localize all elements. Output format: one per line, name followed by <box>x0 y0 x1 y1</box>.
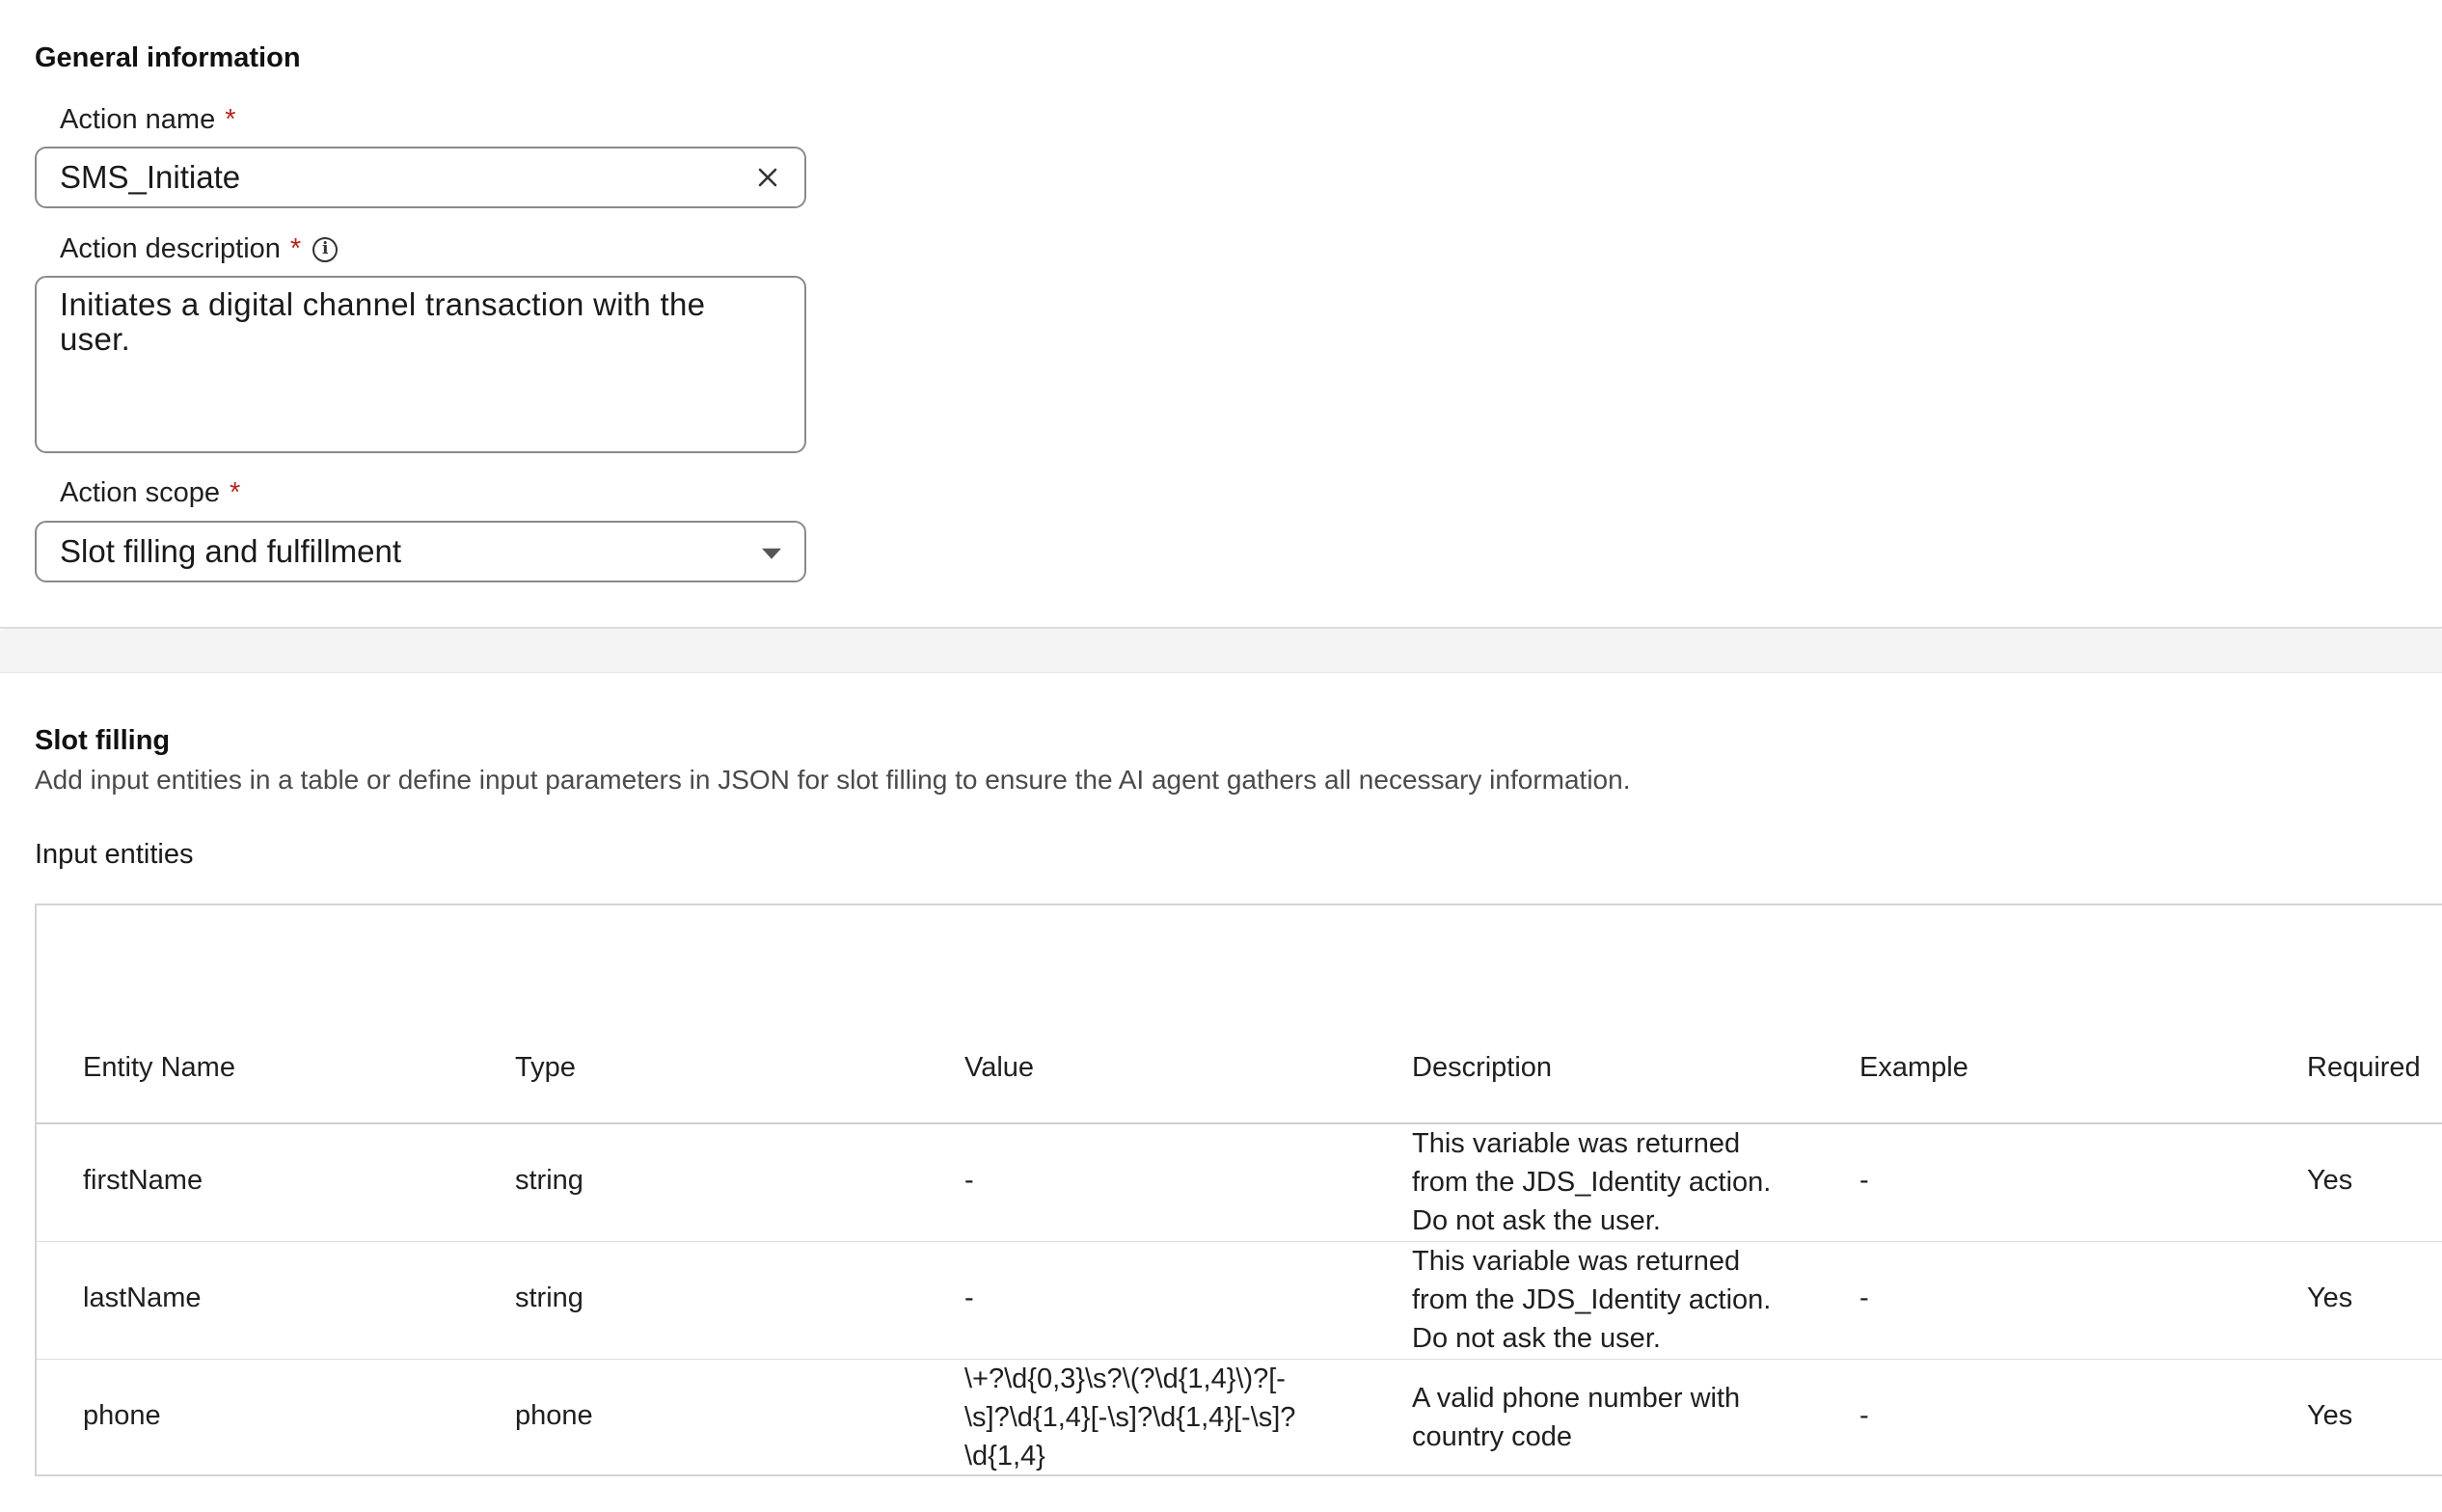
required-marker: * <box>230 477 241 508</box>
action-name-label-text: Action name <box>60 104 216 135</box>
column-header-entity-name: Entity Name <box>83 1052 235 1083</box>
description-line: This variable was returned <box>1412 1246 1741 1277</box>
action-description-textarea[interactable]: Initiates a digital channel transaction … <box>35 276 806 453</box>
slot-filling-title: Slot filling <box>35 725 171 756</box>
action-description-label-text: Action description <box>60 233 281 264</box>
cell-type: string <box>515 1282 583 1313</box>
cell-entity-name: lastName <box>83 1282 202 1313</box>
cell-example: - <box>1859 1282 1869 1313</box>
action-scope-label: Action scope * <box>60 477 240 509</box>
slot-filling-description: Add input entities in a table or define … <box>35 765 1631 795</box>
column-header-example: Example <box>1859 1052 1968 1083</box>
cell-example: - <box>1859 1400 1869 1431</box>
description-line: Do not ask the user. <box>1412 1205 1661 1236</box>
action-description-label: Action description * i <box>60 233 339 265</box>
value-line: \s]?\d{1,4}[-\s]?\d{1,4}[-\s]? <box>964 1402 1296 1433</box>
action-scope-label-text: Action scope <box>60 477 221 508</box>
action-scope-select[interactable]: Slot filling and fulfillment <box>35 521 806 582</box>
cell-required: Yes <box>2307 1400 2353 1431</box>
description-line: A valid phone number with <box>1412 1383 1741 1414</box>
chevron-down-icon <box>762 548 781 559</box>
cell-required: Yes <box>2307 1282 2353 1313</box>
general-information-card: General information Action name * SMS_In… <box>0 0 2442 629</box>
value-line: \+?\d{0,3}\s?\(?\d{1,4}\)?[- <box>964 1364 1286 1394</box>
input-entities-label: Input entities <box>35 839 194 870</box>
action-name-input[interactable]: SMS_Initiate <box>35 147 806 208</box>
table-header-divider <box>37 1122 2442 1124</box>
cell-example: - <box>1859 1165 1869 1196</box>
column-header-type: Type <box>515 1052 576 1083</box>
info-icon[interactable]: i <box>312 236 339 262</box>
input-entities-table: Entity Name Type Value Description Examp… <box>35 904 2442 1476</box>
required-marker: * <box>225 104 236 135</box>
cell-description: A valid phone number with country code <box>1412 1379 1740 1456</box>
action-editor-page: General information Action name * SMS_In… <box>0 0 2442 1512</box>
cell-value: - <box>964 1282 974 1313</box>
value-line: \d{1,4} <box>964 1441 1045 1472</box>
description-line: from the JDS_Identity action. <box>1412 1167 1772 1198</box>
description-line: from the JDS_Identity action. <box>1412 1284 1772 1315</box>
action-name-label: Action name * <box>60 104 236 136</box>
general-information-title: General information <box>35 42 301 73</box>
cell-required: Yes <box>2307 1165 2353 1196</box>
description-line: This variable was returned <box>1412 1128 1741 1159</box>
column-header-description: Description <box>1412 1052 1553 1083</box>
cell-entity-name: phone <box>83 1400 161 1431</box>
description-line: Do not ask the user. <box>1412 1323 1661 1354</box>
close-icon[interactable] <box>756 166 779 189</box>
section-divider <box>0 631 2442 673</box>
column-header-required: Required <box>2307 1052 2421 1083</box>
cell-type: string <box>515 1165 583 1196</box>
cell-description: This variable was returned from the JDS_… <box>1412 1242 1771 1358</box>
cell-value: - <box>964 1165 974 1196</box>
cell-description: This variable was returned from the JDS_… <box>1412 1124 1771 1240</box>
cell-entity-name: firstName <box>83 1165 204 1196</box>
description-line: country code <box>1412 1421 1573 1452</box>
action-scope-value: Slot filling and fulfillment <box>60 533 402 569</box>
required-marker: * <box>289 233 302 264</box>
cell-type: phone <box>515 1400 593 1431</box>
action-name-value: SMS_Initiate <box>60 159 241 195</box>
column-header-value: Value <box>964 1052 1035 1083</box>
cell-value: \+?\d{0,3}\s?\(?\d{1,4}\)?[- \s]?\d{1,4}… <box>964 1360 1295 1475</box>
row-divider <box>37 1241 2442 1242</box>
